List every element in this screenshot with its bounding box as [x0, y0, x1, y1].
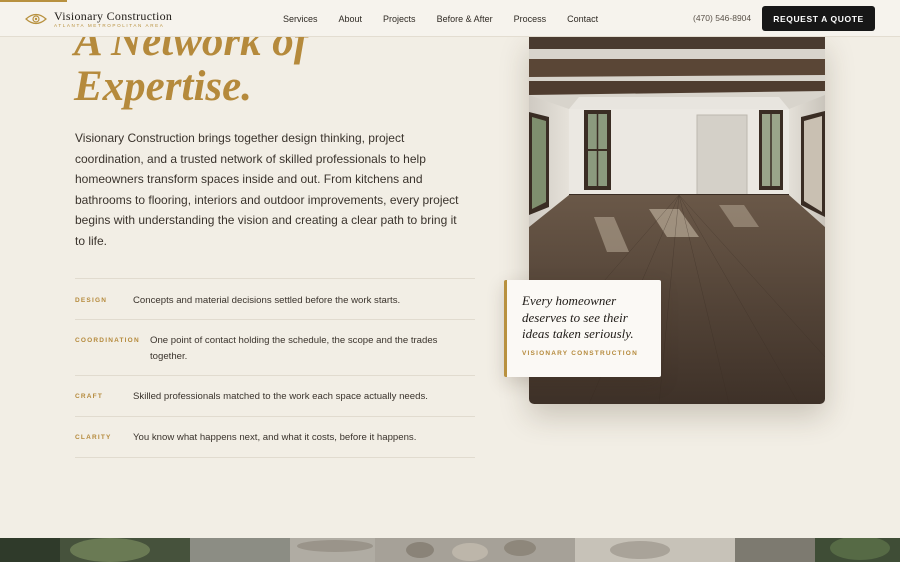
brand-name: Visionary Construction [54, 8, 173, 23]
eye-icon [25, 13, 47, 25]
brand-logo[interactable]: Visionary Construction ATLANTA METROPOLI… [25, 8, 172, 30]
outdoor-patio-photo [0, 538, 900, 562]
request-quote-button[interactable]: REQUEST A QUOTE [762, 6, 875, 31]
feature-tag: COORDINATION [75, 337, 140, 344]
site-header: Visionary Construction ATLANTA METROPOLI… [0, 0, 900, 37]
feature-description: You know what happens next, and what it … [133, 432, 417, 443]
quote-text: Every homeowner deserves to see their id… [522, 293, 634, 341]
brand-tagline: ATLANTA METROPOLITAN AREA [54, 22, 165, 28]
nav-contact[interactable]: Contact [567, 14, 598, 24]
nav-projects[interactable]: Projects [383, 14, 416, 24]
intro-paragraph: Visionary Construction brings together d… [75, 131, 459, 248]
nav-services[interactable]: Services [283, 14, 318, 24]
testimonial-quote-card: Every homeowner deserves to see their id… [504, 280, 661, 377]
feature-tag: DESIGN [75, 297, 108, 304]
feature-list: DESIGN Concepts and material decisions s… [75, 278, 475, 458]
feature-description: Skilled professionals matched to the wor… [133, 391, 428, 402]
feature-row-design: DESIGN Concepts and material decisions s… [75, 279, 475, 320]
quote-attribution: VISIONARY CONSTRUCTION [522, 349, 638, 357]
nav-before-after[interactable]: Before & After [437, 14, 493, 24]
nav-process[interactable]: Process [514, 14, 547, 24]
feature-description: Concepts and material decisions settled … [133, 295, 401, 306]
feature-row-coordination: COORDINATION One point of contact holdin… [75, 320, 475, 376]
phone-link[interactable]: (470) 546-8904 [693, 13, 751, 23]
feature-description: One point of contact holding the schedul… [150, 335, 438, 362]
header-accent-bar [0, 0, 67, 2]
brand-text: Visionary Construction ATLANTA METROPOLI… [54, 10, 172, 29]
feature-tag: CLARITY [75, 434, 112, 441]
feature-tag: CRAFT [75, 393, 104, 400]
nav-about[interactable]: About [339, 14, 363, 24]
feature-row-craft: CRAFT Skilled professionals matched to t… [75, 376, 475, 417]
main-nav: Services About Projects Before & After P… [283, 0, 619, 37]
feature-row-clarity: CLARITY You know what happens next, and … [75, 417, 475, 458]
